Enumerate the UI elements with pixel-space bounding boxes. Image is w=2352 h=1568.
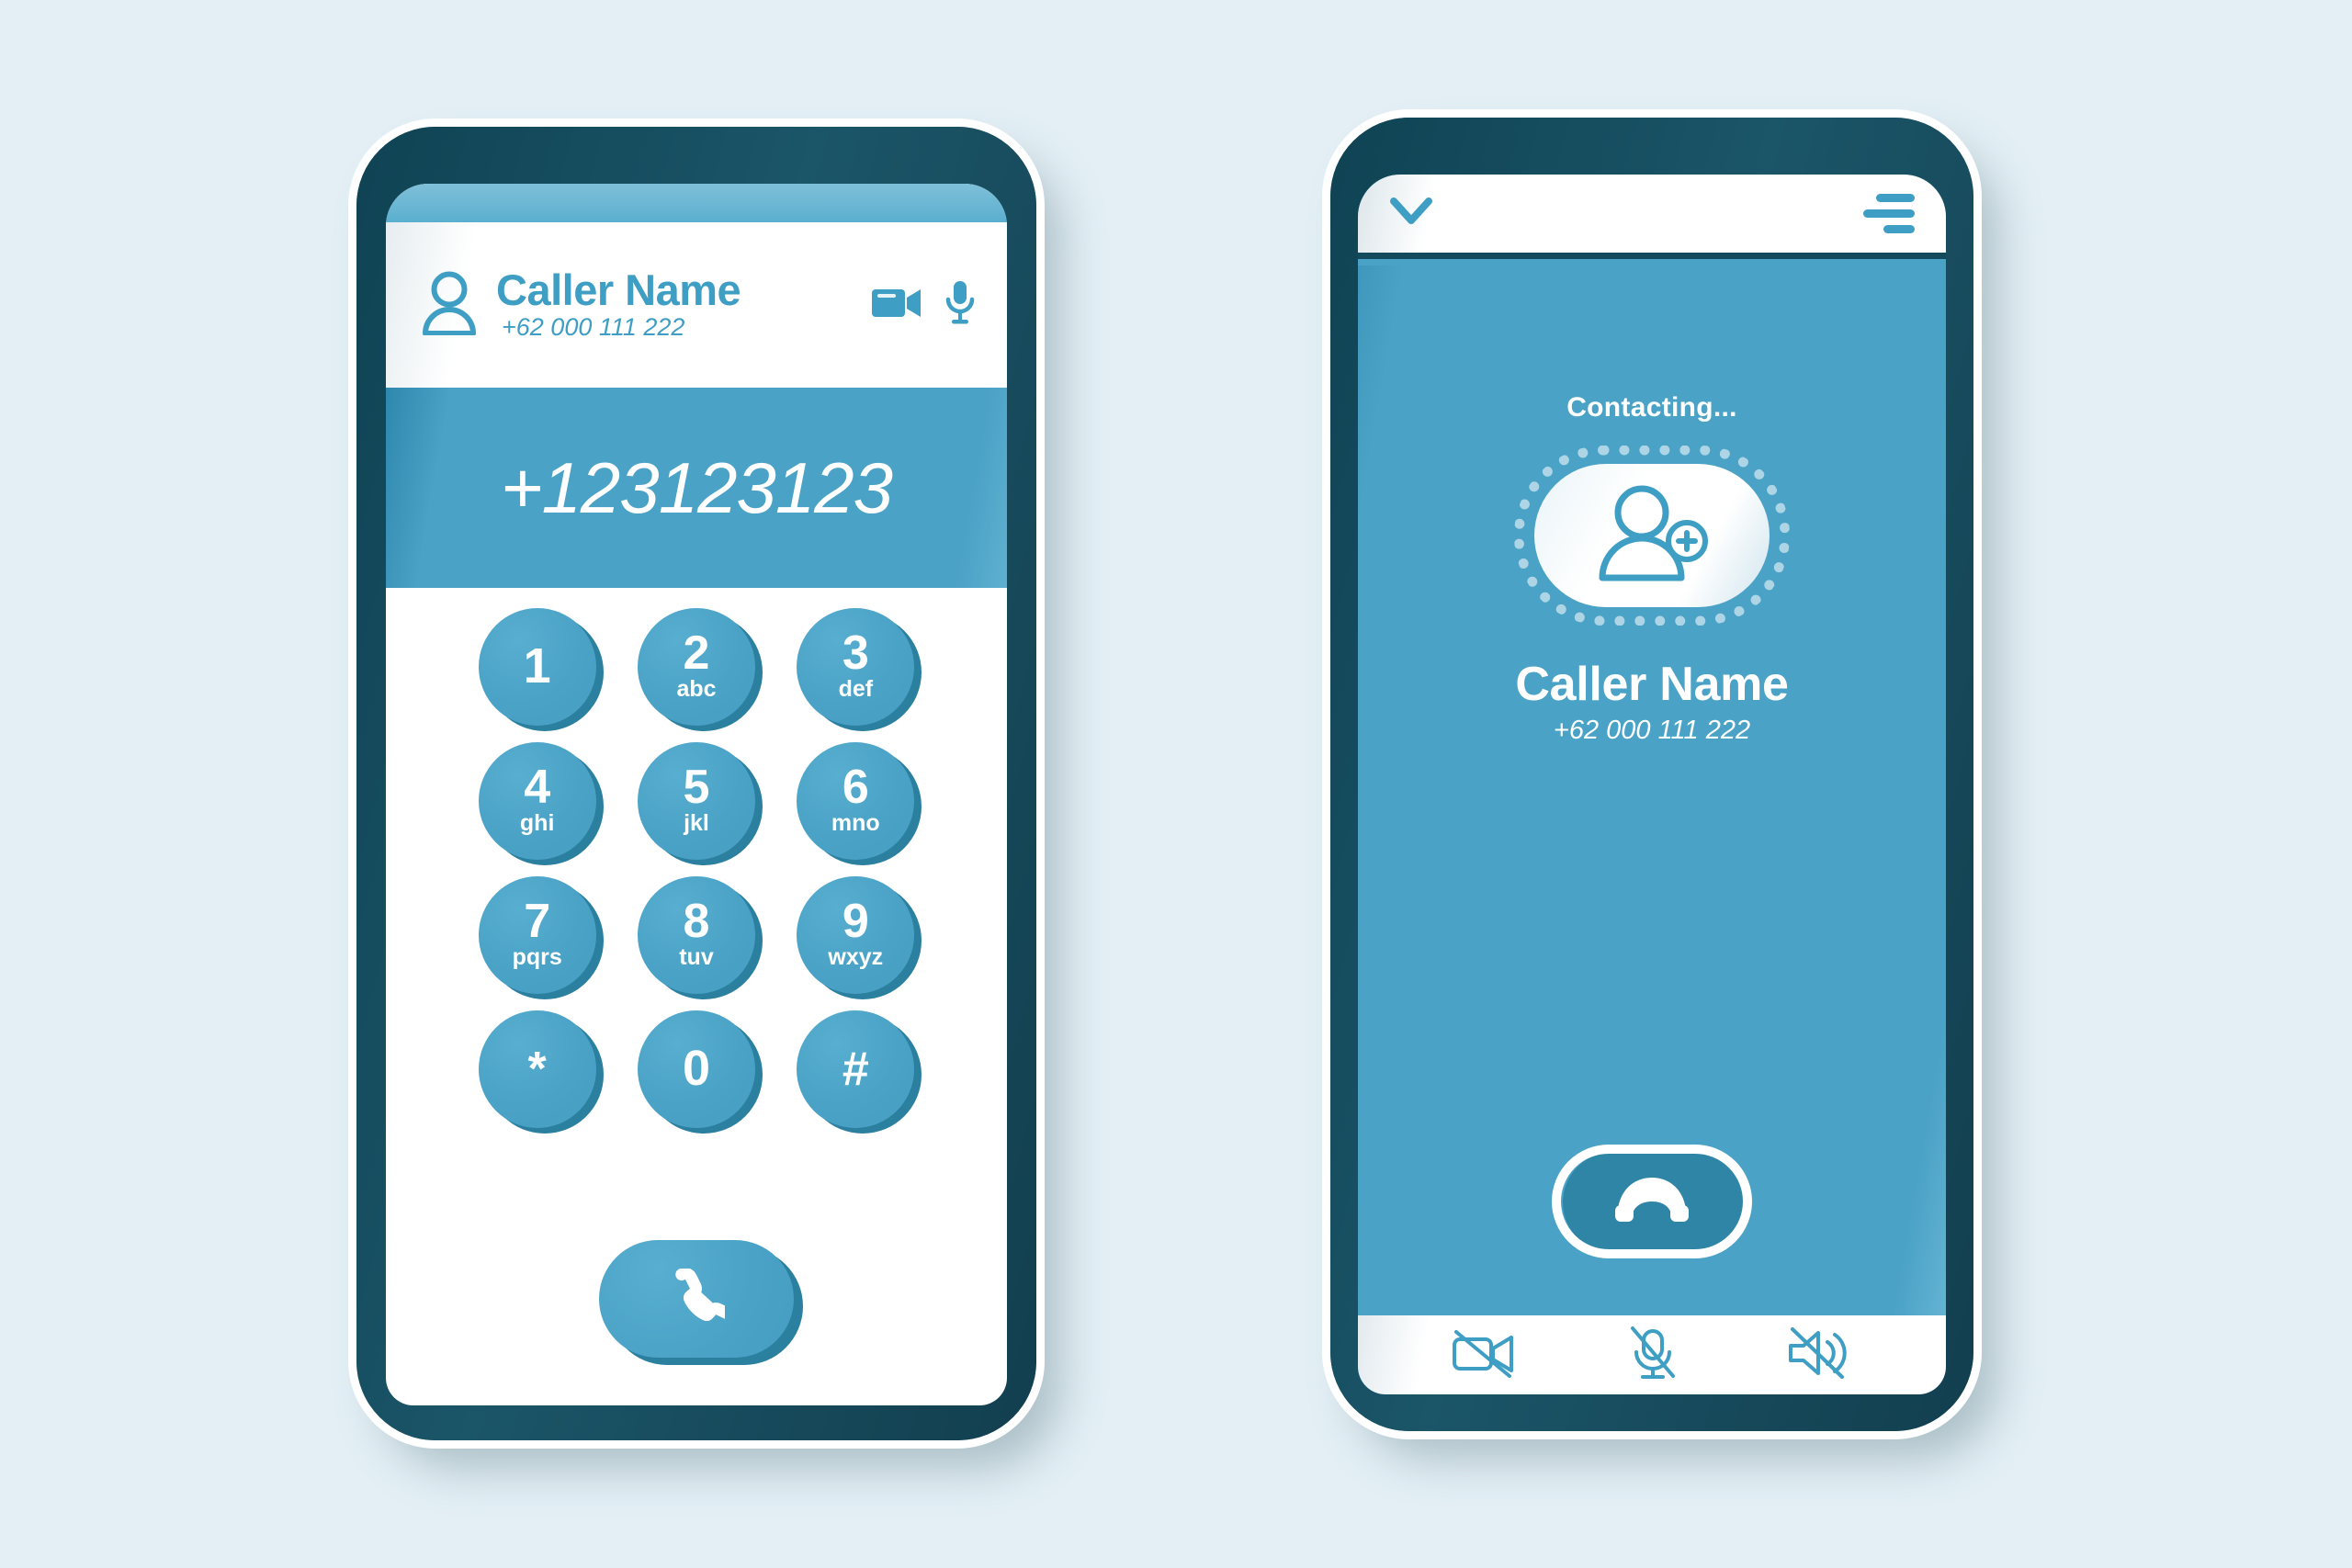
key-digit: 9 <box>842 895 869 949</box>
call-button-area <box>386 1240 1007 1365</box>
key-letters: mno <box>831 810 880 837</box>
key-digit: 6 <box>842 761 869 815</box>
keypad-key-6[interactable]: 6 mno <box>797 742 922 865</box>
key-digit: 8 <box>683 895 710 949</box>
key-digit: 0 <box>682 1041 710 1097</box>
end-call-face <box>1552 1145 1752 1258</box>
video-off-icon[interactable] <box>1451 1328 1519 1382</box>
key-digit: # <box>842 1043 869 1096</box>
menu-line <box>1863 209 1915 218</box>
callee-number: +62 000 111 222 <box>1553 716 1751 745</box>
key-face: 7 pqrs <box>478 876 596 994</box>
key-face: * <box>478 1010 596 1128</box>
key-digit: 2 <box>683 626 710 681</box>
menu-line <box>1883 225 1915 233</box>
hamburger-menu-icon[interactable] <box>1863 194 1915 233</box>
key-face: 5 jkl <box>637 742 755 860</box>
key-letters: wxyz <box>828 944 884 971</box>
caller-name: Caller Name <box>496 265 741 314</box>
key-face: 6 mno <box>797 742 915 860</box>
keypad-key-7[interactable]: 7 pqrs <box>478 876 604 999</box>
dialer-phone-frame: Caller Name +62 000 111 222 +123123123 1… <box>356 127 1036 1440</box>
key-digit: 1 <box>523 638 551 694</box>
key-face: 4 ghi <box>478 742 596 860</box>
end-call-button[interactable] <box>1552 1145 1752 1258</box>
call-toolbar <box>1358 1315 1946 1394</box>
keypad-key-4[interactable]: 4 ghi <box>478 742 604 865</box>
status-bar <box>386 184 1007 222</box>
avatar-pill <box>1534 464 1770 607</box>
call-status-text: Contacting... <box>1566 392 1737 423</box>
menu-line <box>1876 194 1915 202</box>
key-digit: 7 <box>524 895 551 949</box>
call-button-face <box>599 1240 794 1358</box>
dialed-number-display: +123123123 <box>386 388 1007 588</box>
phone-handset-icon <box>668 1267 733 1330</box>
callee-name: Caller Name <box>1515 658 1789 711</box>
add-person-icon <box>1591 482 1713 590</box>
key-digit: 3 <box>842 626 869 681</box>
key-face: 2 abc <box>637 608 755 726</box>
keypad-key-5[interactable]: 5 jkl <box>637 742 763 865</box>
dialer-screen: Caller Name +62 000 111 222 +123123123 1… <box>386 184 1007 1405</box>
key-letters: ghi <box>519 810 555 837</box>
key-letters: pqrs <box>512 944 562 971</box>
key-face: 0 <box>637 1010 755 1128</box>
calling-phone-frame: Contacting... Caller Name +62 000 111 22… <box>1330 118 1973 1431</box>
key-face: 9 wxyz <box>797 876 915 994</box>
keypad-key-hash[interactable]: # <box>797 1010 922 1134</box>
keypad-key-9[interactable]: 9 wxyz <box>797 876 922 999</box>
calling-screen: Contacting... Caller Name +62 000 111 22… <box>1358 175 1946 1394</box>
keypad-key-1[interactable]: 1 <box>478 608 604 731</box>
key-letters: tuv <box>679 944 714 971</box>
dialed-number-text: +123123123 <box>501 446 893 528</box>
phone-hangup-icon <box>1608 1174 1696 1230</box>
key-digit: * <box>527 1043 547 1096</box>
key-face: # <box>797 1010 915 1128</box>
speaker-off-icon[interactable] <box>1787 1326 1853 1383</box>
keypad-key-3[interactable]: 3 def <box>797 608 922 731</box>
call-button[interactable] <box>599 1240 803 1365</box>
microphone-off-icon[interactable] <box>1627 1325 1679 1384</box>
caller-info: Caller Name +62 000 111 222 <box>496 265 871 343</box>
key-letters: abc <box>676 676 717 703</box>
chevron-down-icon[interactable] <box>1389 197 1433 231</box>
keypad-key-0[interactable]: 0 <box>637 1010 763 1134</box>
video-camera-icon[interactable] <box>871 283 922 328</box>
keypad-key-2[interactable]: 2 abc <box>637 608 763 731</box>
key-digit: 5 <box>683 761 710 815</box>
caller-number: +62 000 111 222 <box>502 313 685 342</box>
end-call-area <box>1358 1145 1946 1258</box>
microphone-icon[interactable] <box>944 280 976 331</box>
dialer-header: Caller Name +62 000 111 222 <box>386 222 1007 388</box>
key-face: 3 def <box>797 608 915 726</box>
key-face: 8 tuv <box>637 876 755 994</box>
header-actions <box>871 280 976 331</box>
key-face: 1 <box>478 608 596 726</box>
call-topbar <box>1358 175 1946 259</box>
person-icon <box>421 271 478 340</box>
keypad-key-star[interactable]: * <box>478 1010 604 1134</box>
key-letters: jkl <box>684 810 709 837</box>
call-body: Contacting... Caller Name +62 000 111 22… <box>1358 265 1946 1315</box>
key-digit: 4 <box>524 761 551 815</box>
avatar <box>1514 446 1790 626</box>
keypad: 1 2 abc 3 def 4 ghi 5 jkl 6 mno 7 pqrs 8 tuv 9 wxyz * 0 # <box>386 608 1007 1134</box>
key-letters: def <box>838 676 874 703</box>
keypad-key-8[interactable]: 8 tuv <box>637 876 763 999</box>
